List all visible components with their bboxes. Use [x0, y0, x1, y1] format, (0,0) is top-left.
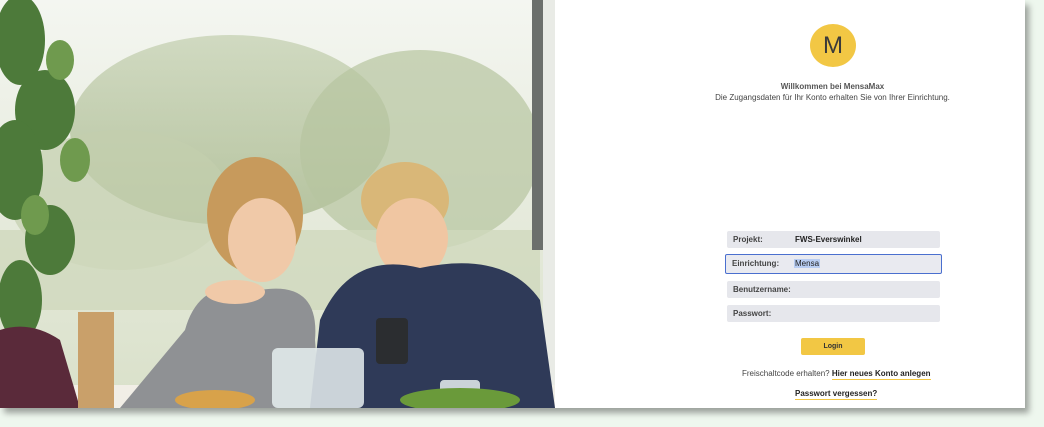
- login-panel: M Willkommen bei MensaMax Die Zugangsdat…: [555, 0, 1025, 408]
- login-button[interactable]: Login: [801, 338, 865, 355]
- new-account-link[interactable]: Hier neues Konto anlegen: [831, 369, 931, 380]
- project-label: Projekt:: [733, 235, 763, 244]
- project-value: FWS-Everswinkel: [795, 235, 862, 244]
- password-field[interactable]: Passwort:: [727, 305, 940, 322]
- facility-field[interactable]: Einrichtung: Mensa: [725, 254, 942, 274]
- password-label: Passwort:: [733, 309, 772, 318]
- username-field[interactable]: Benutzername:: [727, 281, 940, 298]
- username-label: Benutzername:: [733, 285, 791, 294]
- welcome-title: Willkommen bei MensaMax: [780, 82, 885, 91]
- activation-code-text: Freischaltcode erhalten?: [742, 369, 830, 378]
- mensamax-logo: M: [810, 24, 856, 67]
- activation-code-line: Freischaltcode erhalten? Hier neues Kont…: [742, 369, 931, 380]
- project-field[interactable]: Projekt: FWS-Everswinkel: [727, 231, 940, 248]
- welcome-subtitle: Die Zugangsdaten für Ihr Konto erhalten …: [715, 93, 950, 102]
- forgot-password-link[interactable]: Passwort vergessen?: [795, 389, 878, 400]
- hero-photo: [0, 0, 555, 408]
- app-frame: M Willkommen bei MensaMax Die Zugangsdat…: [0, 0, 1025, 408]
- facility-value[interactable]: Mensa: [794, 259, 821, 268]
- facility-label: Einrichtung:: [732, 259, 780, 268]
